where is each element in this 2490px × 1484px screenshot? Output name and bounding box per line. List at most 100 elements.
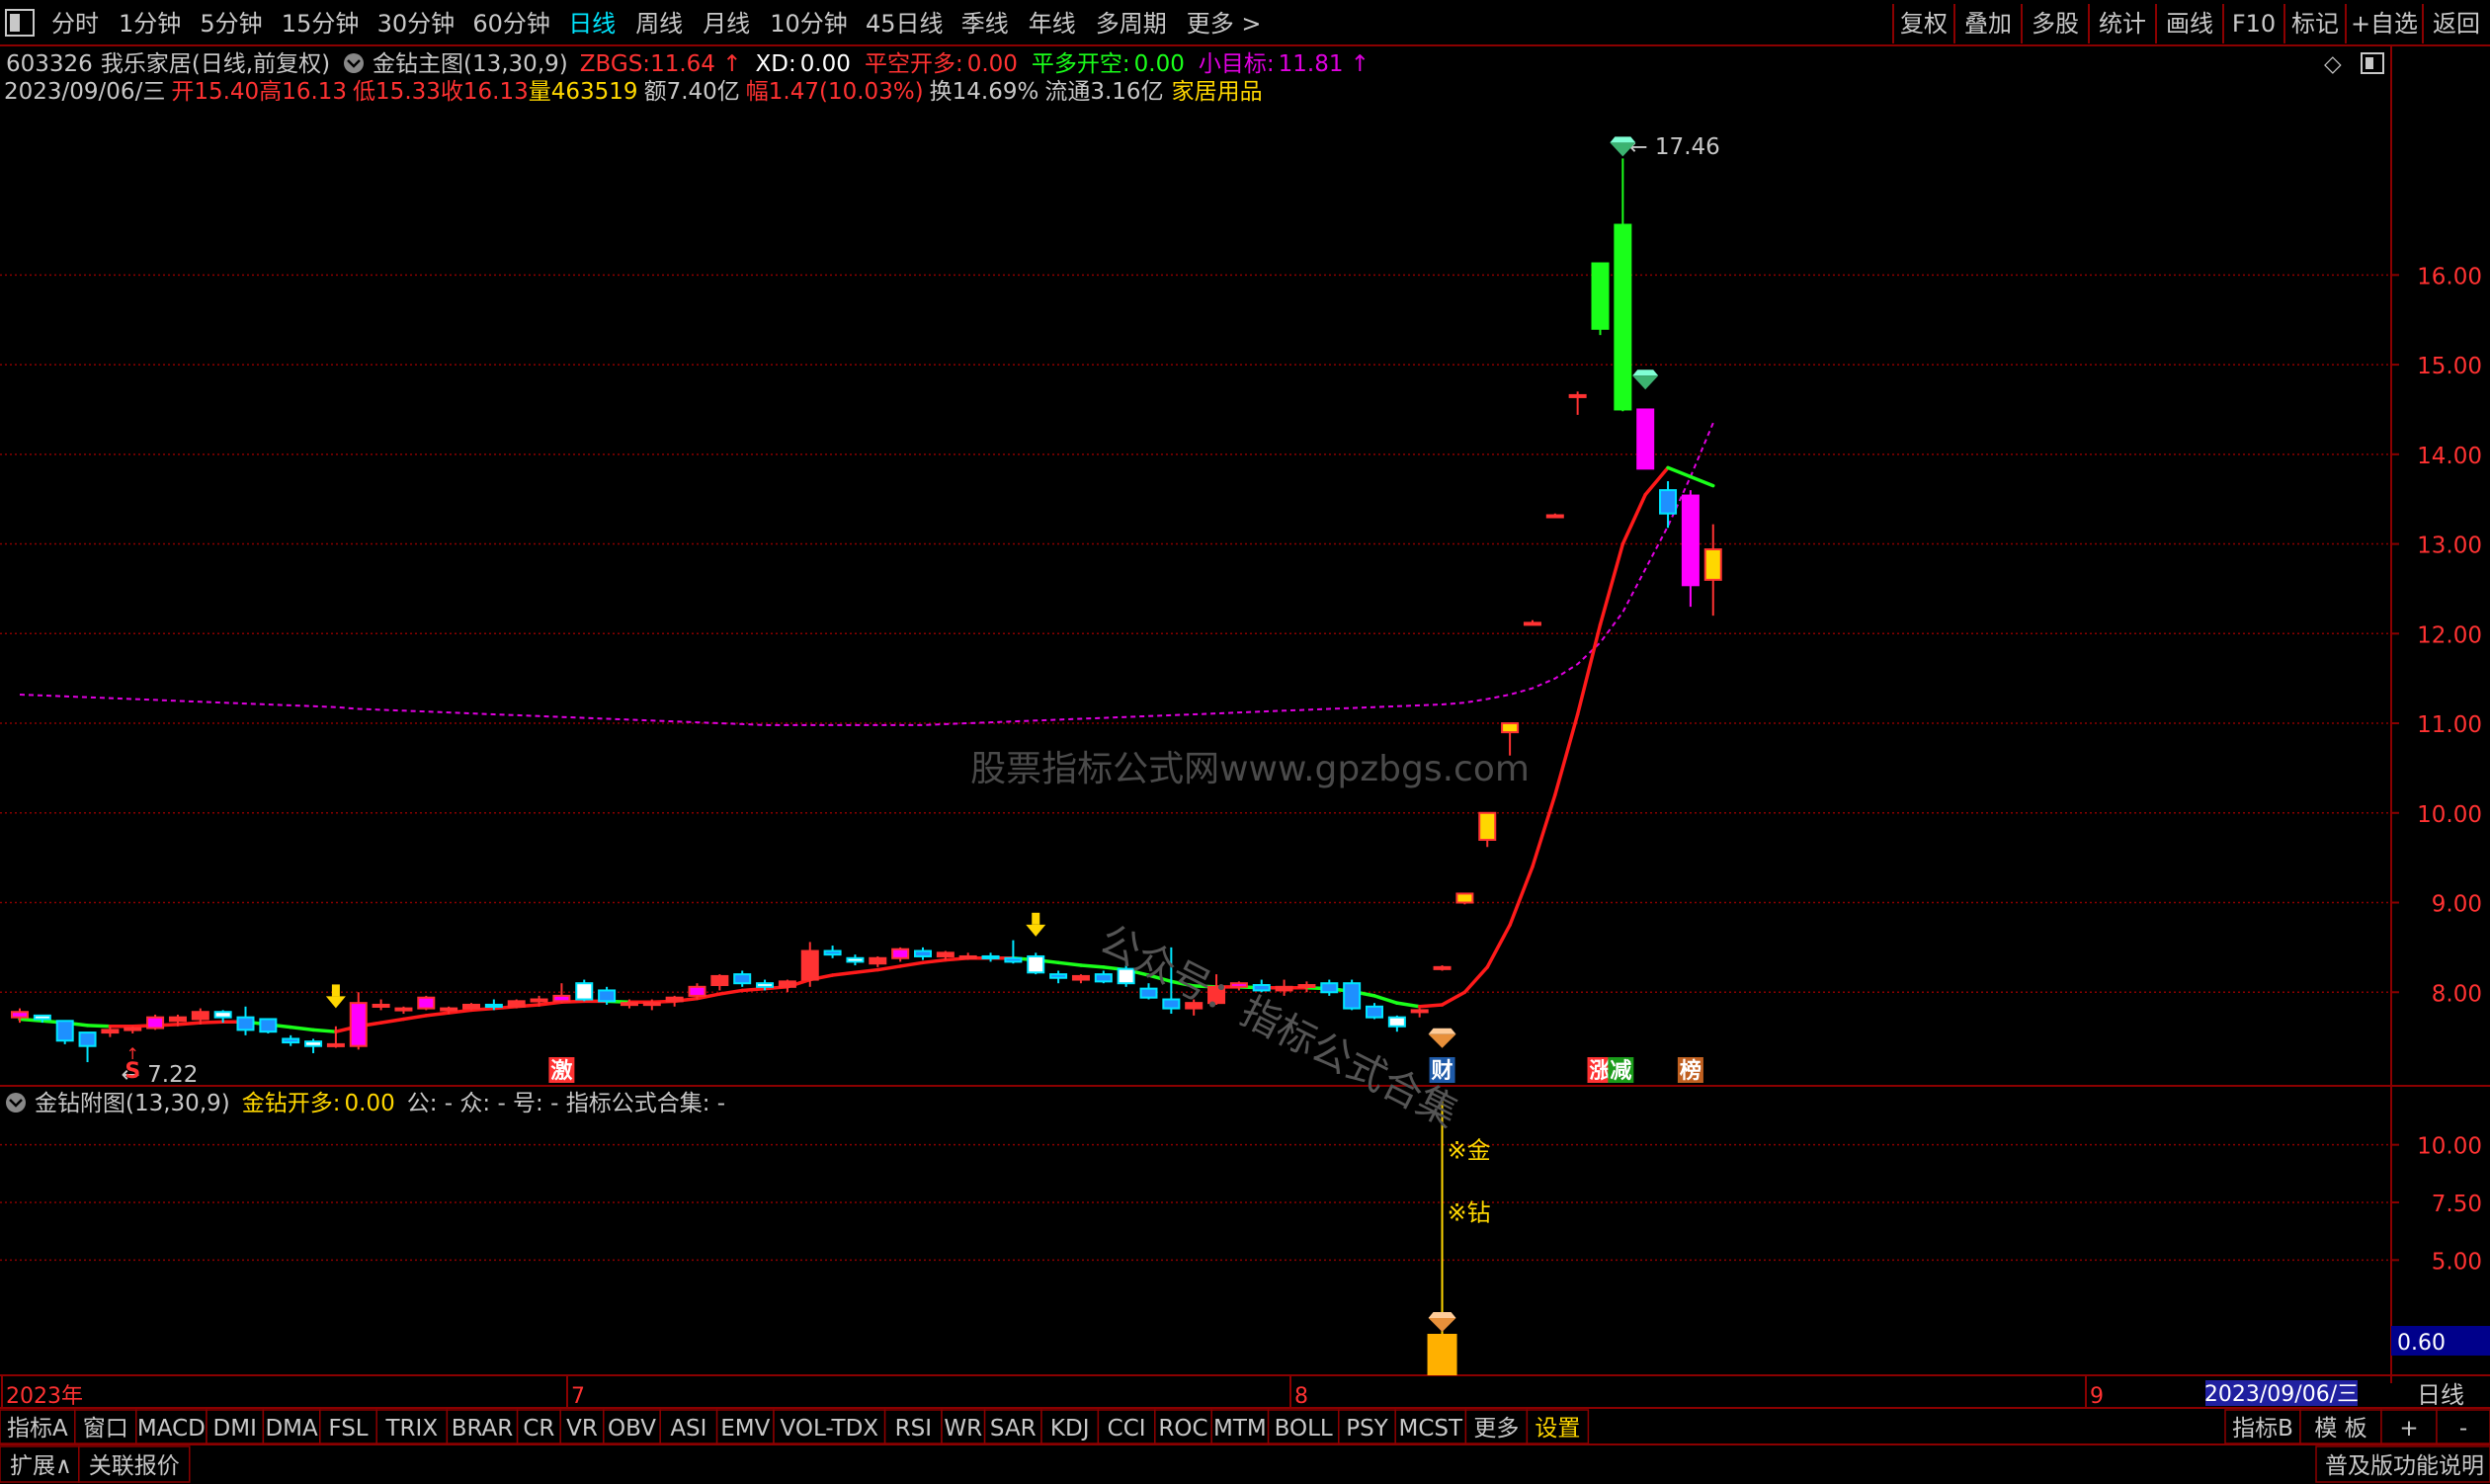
period-button-12[interactable]: 年线 xyxy=(1029,10,1076,38)
indicator-tab-14[interactable]: RSI xyxy=(895,1416,932,1442)
sub-diamond-top-0 xyxy=(1428,1312,1456,1318)
period-button-2[interactable]: 5分钟 xyxy=(200,10,262,38)
zuan-label: ※钻 xyxy=(1448,1199,1491,1227)
toolbar-button-7[interactable]: +自选 xyxy=(2351,10,2418,38)
indicator-tab-17[interactable]: KDJ xyxy=(1050,1416,1090,1442)
indicator-tab-16[interactable]: SAR xyxy=(990,1416,1037,1442)
candle-body-24 xyxy=(552,994,571,1003)
toolbar-button-8[interactable]: 返回 xyxy=(2433,10,2480,38)
period-button-9[interactable]: 10分钟 xyxy=(770,10,848,38)
right-tab-2[interactable]: + xyxy=(2399,1416,2418,1442)
sub-indicator-toggle-icon[interactable] xyxy=(6,1093,26,1113)
indicator-tab-9[interactable]: VR xyxy=(566,1416,598,1442)
candle-body-71 xyxy=(1614,223,1632,411)
price-tick-0: 8.00 xyxy=(2432,981,2482,1007)
period-button-14[interactable]: 更多 > xyxy=(1187,10,1262,38)
status-button-0[interactable]: 扩展∧ xyxy=(10,1453,72,1479)
status-button-1[interactable]: 关联报价 xyxy=(89,1453,180,1479)
candle-body-21 xyxy=(484,1003,503,1008)
period-button-5[interactable]: 60分钟 xyxy=(472,10,550,38)
candle-body-3 xyxy=(78,1031,97,1047)
ma-seg-9 xyxy=(199,1020,225,1025)
right-tab-1[interactable]: 模 板 xyxy=(2314,1416,2366,1442)
help-link[interactable]: 普及版功能说明 xyxy=(2325,1453,2484,1479)
ma-seg-8 xyxy=(176,1021,203,1027)
panel-toggle-icon[interactable] xyxy=(2361,52,2384,74)
period-button-1[interactable]: 1分钟 xyxy=(119,10,181,38)
indicator-tab-1[interactable]: 窗口 xyxy=(83,1416,128,1442)
candle-body-37 xyxy=(846,956,865,963)
period-button-0[interactable]: 分时 xyxy=(51,10,99,38)
indicator-tab-4[interactable]: DMA xyxy=(265,1416,318,1442)
indicator-tab-12[interactable]: EMV xyxy=(720,1416,770,1442)
candle-body-68 xyxy=(1545,514,1564,519)
indicator-tab-24[interactable]: 更多 xyxy=(1473,1416,1519,1442)
indicator-tab-6[interactable]: TRIX xyxy=(385,1416,439,1442)
toolbar-button-2[interactable]: 多股 xyxy=(2032,10,2079,38)
indicator-tab-19[interactable]: ROC xyxy=(1158,1416,1207,1442)
indicator-tab-3[interactable]: DMI xyxy=(213,1416,257,1442)
toolbar-button-0[interactable]: 复权 xyxy=(1900,10,1948,38)
indicator-tab-13[interactable]: VOL-TDX xyxy=(781,1416,879,1442)
ma-seg-17 xyxy=(378,1017,406,1025)
indicator-tab-20[interactable]: MTM xyxy=(1213,1416,1267,1442)
candle-body-26 xyxy=(598,989,617,1003)
ma-slow-line xyxy=(19,422,1714,726)
toolbar-button-6[interactable]: 标记 xyxy=(2291,10,2339,38)
indicator-tab-11[interactable]: ASI xyxy=(670,1416,706,1442)
candle-body-75 xyxy=(1703,548,1722,581)
period-button-6[interactable]: 日线 xyxy=(568,10,616,38)
candle-body-10 xyxy=(236,1016,255,1031)
sub-signal-bar-0 xyxy=(1427,1334,1457,1375)
indicator-tab-8[interactable]: CR xyxy=(523,1416,554,1442)
toolbar-button-4[interactable]: 画线 xyxy=(2166,10,2213,38)
buy-arrow-head-0 xyxy=(325,996,346,1009)
ma-seg-4 xyxy=(85,1024,113,1029)
candle-body-15 xyxy=(349,1002,368,1047)
toolbar-button-3[interactable]: 统计 xyxy=(2099,10,2146,38)
diamond-bottom-1 xyxy=(1632,375,1659,390)
period-button-4[interactable]: 30分钟 xyxy=(377,10,456,38)
main-grid xyxy=(0,45,2490,1383)
candle-body-0 xyxy=(11,1011,29,1019)
stock-chart[interactable]: 分时 1分钟 5分钟 15分钟 30分钟 60分钟 日线 周线 月线 10分钟 45日线 季线 年线 多周… xyxy=(0,0,2490,1484)
toolbar-button-5[interactable]: F10 xyxy=(2232,10,2276,38)
candle-body-29 xyxy=(665,996,684,1003)
right-tab-0[interactable]: 指标B xyxy=(2232,1416,2293,1442)
indicator-tab-15[interactable]: WR xyxy=(944,1416,982,1442)
candle-body-58 xyxy=(1320,982,1339,994)
price-tick-7: 15.00 xyxy=(2417,354,2482,379)
price-tick-4: 12.00 xyxy=(2417,622,2482,648)
candle-body-64 xyxy=(1455,892,1474,904)
indicator-tab-23[interactable]: MCST xyxy=(1399,1416,1464,1442)
indicator-tab-2[interactable]: MACD xyxy=(137,1416,206,1442)
period-button-8[interactable]: 月线 xyxy=(703,10,750,38)
indicator-tab-21[interactable]: BOLL xyxy=(1275,1416,1333,1442)
indicator-tab-22[interactable]: PSY xyxy=(1346,1416,1388,1442)
toolbar-button-1[interactable]: 叠加 xyxy=(1964,10,2012,38)
sub-tick-0: 5.00 xyxy=(2432,1249,2482,1275)
indicator-tab-18[interactable]: CCI xyxy=(1108,1416,1146,1442)
period-button-7[interactable]: 周线 xyxy=(635,10,683,38)
indicator-tab-5[interactable]: FSL xyxy=(328,1416,368,1442)
indicator-tab-0[interactable]: 指标A xyxy=(7,1416,68,1442)
ma-seg-66 xyxy=(1485,923,1512,969)
period-button-3[interactable]: 15分钟 xyxy=(282,10,360,38)
candle-body-51 xyxy=(1162,998,1181,1010)
right-tab-3[interactable]: - xyxy=(2459,1416,2467,1442)
sub-indicator-name: 金钻附图(13,30,9) xyxy=(35,1091,230,1116)
ma-seg-64 xyxy=(1440,990,1467,1007)
stock-code: 603326 xyxy=(6,51,93,77)
diamond-top-1 xyxy=(1632,370,1659,376)
indicator-toggle-icon[interactable] xyxy=(344,53,364,73)
period-button-13[interactable]: 多周期 xyxy=(1096,10,1167,38)
indicator-tab-7[interactable]: BRAR xyxy=(452,1416,514,1442)
s-arrow-icon: ↑ xyxy=(126,1044,139,1063)
period-button-10[interactable]: 45日线 xyxy=(866,10,944,38)
period-button-11[interactable]: 季线 xyxy=(961,10,1009,38)
candle-body-17 xyxy=(394,1007,413,1012)
indicator-tab-10[interactable]: OBV xyxy=(608,1416,656,1442)
indicator-tab-25[interactable]: 设置 xyxy=(1535,1416,1580,1442)
time-label-0: 2023年 xyxy=(6,1384,83,1409)
chart-mode: (日线,前复权) xyxy=(192,51,330,77)
